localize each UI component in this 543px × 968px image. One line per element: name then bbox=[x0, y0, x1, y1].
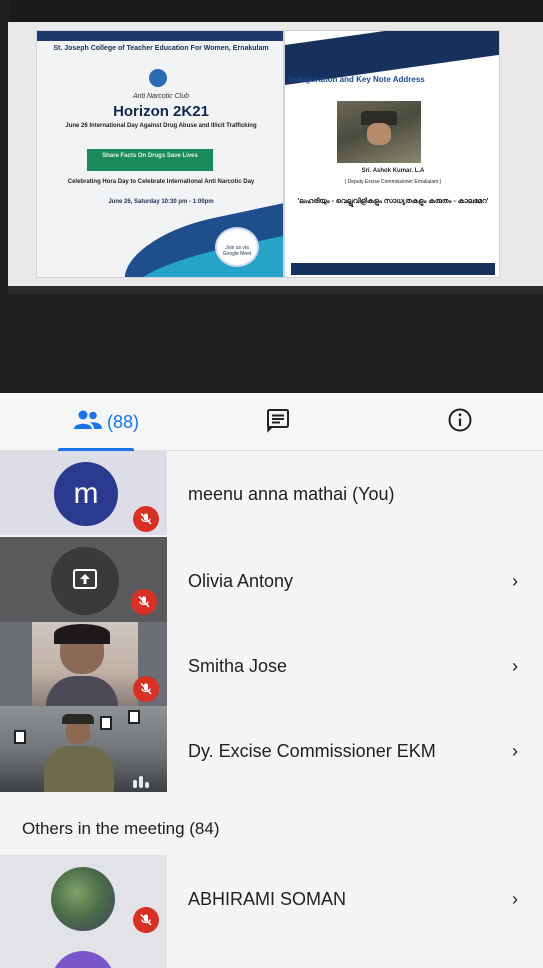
participant-name: Smitha Jose bbox=[188, 656, 288, 676]
participant-tile bbox=[0, 706, 167, 792]
participant-tile bbox=[0, 943, 167, 968]
speaking-indicator-icon bbox=[133, 768, 155, 788]
tab-info[interactable] bbox=[440, 393, 480, 451]
presentation-view: St. Joseph College of Teacher Education … bbox=[8, 22, 543, 286]
participant-tile: m bbox=[0, 451, 167, 535]
speaker-face bbox=[367, 123, 391, 145]
presenting-avatar bbox=[51, 547, 119, 615]
slide-footer-band bbox=[291, 263, 495, 275]
mic-off-icon bbox=[133, 506, 159, 532]
mic-off-icon bbox=[133, 907, 159, 933]
poster-title: Horizon 2K21 bbox=[113, 103, 209, 120]
avatar-initial: m bbox=[73, 477, 99, 510]
people-count: (88) bbox=[106, 411, 139, 432]
chevron-right-icon[interactable]: › bbox=[512, 571, 518, 592]
speaker-name: Sri. Ashok Kumar. L.A bbox=[361, 168, 425, 174]
shared-screen-area[interactable]: St. Joseph College of Teacher Education … bbox=[0, 0, 543, 393]
video-top-bar bbox=[10, 0, 543, 22]
tab-chat[interactable] bbox=[258, 393, 298, 451]
participant-tile bbox=[0, 622, 167, 706]
chevron-right-icon[interactable]: › bbox=[512, 741, 518, 762]
video-feed bbox=[32, 622, 138, 706]
participant-row[interactable]: Olivia Antony › bbox=[0, 537, 543, 622]
avatar: m bbox=[54, 462, 118, 526]
participant-row[interactable]: ABHIRAMI SOMAN › bbox=[0, 855, 543, 943]
participant-name: ABHIRAMI SOMAN bbox=[188, 889, 347, 909]
participant-name: meenu anna mathai (You) bbox=[188, 484, 395, 504]
event-poster-slide: St. Joseph College of Teacher Education … bbox=[36, 30, 284, 278]
meeting-tab-bar: (88) bbox=[0, 393, 543, 451]
mic-off-icon bbox=[133, 676, 159, 702]
others-section-header: Others in the meeting (84) bbox=[22, 819, 220, 838]
poster-tagline: Share Facts On Drugs Save Lives bbox=[87, 149, 213, 171]
talk-topic: 'ലഹരിയും - വെല്ലുവിളികളും സാധ്യതകളും കരു… bbox=[297, 198, 489, 205]
participant-tile bbox=[0, 855, 167, 943]
chevron-right-icon[interactable]: › bbox=[512, 656, 518, 677]
participant-name: Dy. Excise Commissioner EKM bbox=[188, 741, 436, 761]
poster-date: June 26, Saturday 10:30 pm - 1:00pm bbox=[108, 199, 214, 205]
mic-off-icon bbox=[131, 589, 157, 615]
poster-note: Celebrating Hora Day to Celebrate Intern… bbox=[67, 179, 255, 185]
participant-row[interactable]: Smitha Jose › bbox=[0, 622, 543, 706]
inauguration-slide: Inauguration and Key Note Address Sri. A… bbox=[284, 30, 500, 278]
speaker-photo bbox=[337, 101, 421, 163]
presentation-footer-bar bbox=[8, 286, 543, 294]
slide-title: Inauguration and Key Note Address bbox=[289, 75, 425, 84]
avatar bbox=[51, 951, 115, 968]
college-logo bbox=[149, 69, 167, 87]
participant-tile bbox=[0, 537, 167, 622]
tab-people[interactable]: (88) bbox=[58, 393, 154, 451]
poster-meet-badge: Join us via Google Meet bbox=[215, 227, 259, 267]
speaker-role: ( Deputy Excise Commissioner Ernakulam ) bbox=[344, 179, 442, 185]
people-icon bbox=[73, 409, 103, 436]
poster-subtitle: June 26 International Day Against Drug A… bbox=[65, 123, 257, 129]
chat-icon bbox=[265, 407, 291, 438]
participant-row[interactable]: m meenu anna mathai (You) bbox=[0, 451, 543, 535]
participant-row[interactable]: Dy. Excise Commissioner EKM › bbox=[0, 706, 543, 792]
present-screen-icon bbox=[72, 568, 98, 595]
info-icon bbox=[447, 407, 473, 438]
poster-college-name: St. Joseph College of Teacher Education … bbox=[53, 45, 269, 52]
participant-row[interactable] bbox=[0, 943, 543, 968]
poster-club-name: Anti Narcotic Club bbox=[132, 93, 190, 100]
chevron-right-icon[interactable]: › bbox=[512, 889, 518, 910]
poster-top-band bbox=[37, 31, 283, 41]
avatar bbox=[51, 867, 115, 931]
participant-name: Olivia Antony bbox=[188, 571, 294, 591]
